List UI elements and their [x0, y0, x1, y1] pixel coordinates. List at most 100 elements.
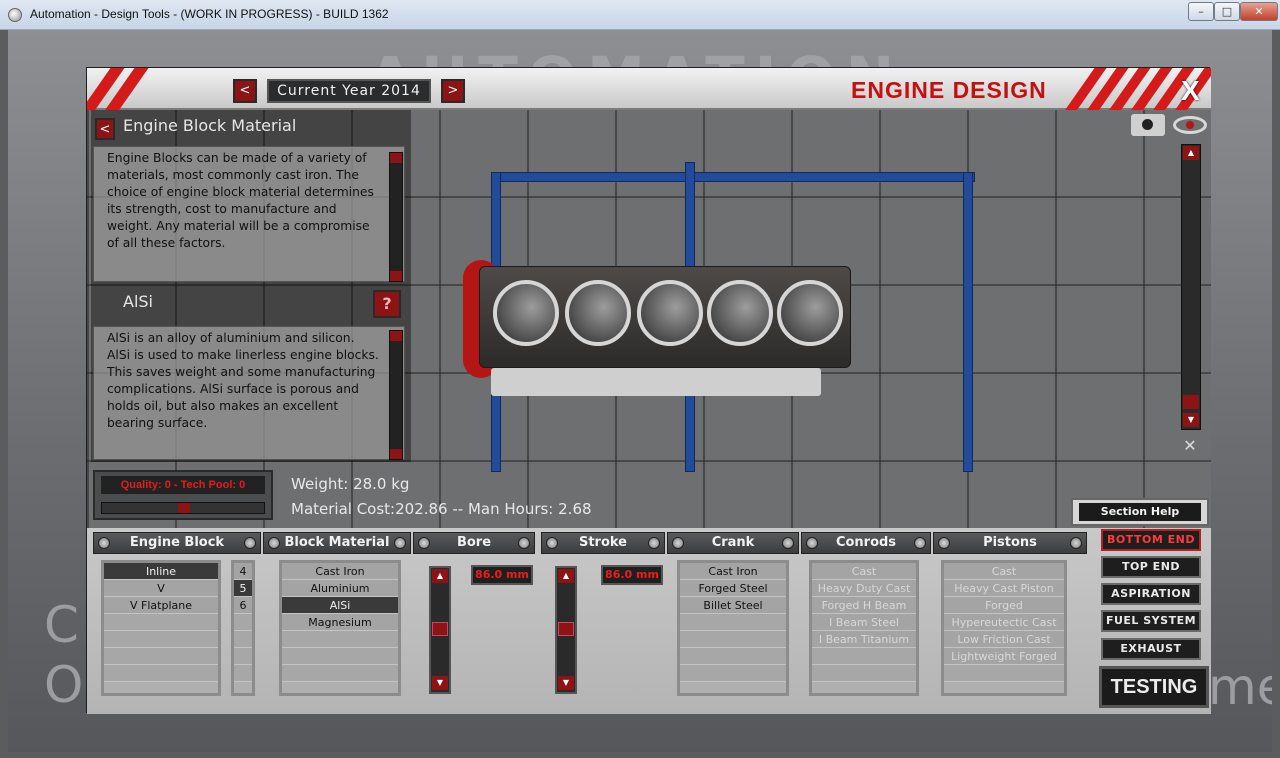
list-item[interactable]: Aluminium	[282, 580, 398, 597]
quality-panel: Quality: 0 - Tech Pool: 0	[93, 470, 273, 520]
stroke-slider[interactable]: ▲ ▼	[555, 566, 577, 694]
stroke-slider-knob[interactable]	[558, 622, 574, 636]
list-item[interactable]: Lightweight Forged	[944, 648, 1064, 665]
crank-list: Cast Iron Forged Steel Billet Steel	[677, 560, 789, 696]
list-item	[680, 648, 786, 665]
block-description: Engine Blocks can be made of a variety o…	[107, 151, 374, 250]
list-item[interactable]: Cast Iron	[282, 563, 398, 580]
chevron-up-icon[interactable]: ▲	[558, 569, 574, 583]
crank-header: Crank	[667, 532, 799, 554]
camera-icon[interactable]	[1131, 114, 1165, 136]
chevron-up-icon[interactable]: ▲	[432, 569, 448, 583]
list-item[interactable]: I Beam Steel	[812, 614, 916, 631]
bolt-icon	[806, 537, 818, 549]
year-next-button[interactable]: >	[441, 79, 465, 103]
window-close-button[interactable]: ✕	[1240, 2, 1278, 21]
maximize-button[interactable]: □	[1214, 2, 1240, 21]
cylinder-bore	[565, 280, 631, 346]
nav-aspiration-button[interactable]: ASPIRATION	[1101, 583, 1201, 605]
bolt-icon	[914, 537, 926, 549]
list-item[interactable]: Heavy Cast Piston	[944, 580, 1064, 597]
bolt-icon	[98, 537, 110, 549]
list-item[interactable]: Cast	[812, 563, 916, 580]
chevron-up-icon[interactable]: ▲	[1183, 146, 1199, 160]
list-item[interactable]: I Beam Titanium	[812, 631, 916, 648]
list-item[interactable]: Low Friction Cast	[944, 631, 1064, 648]
list-item[interactable]: Magnesium	[282, 614, 398, 631]
chevron-up-icon[interactable]	[390, 331, 402, 341]
nav-top-end-button[interactable]: TOP END	[1101, 556, 1201, 578]
bore-slider[interactable]: ▲ ▼	[429, 566, 451, 694]
quality-slider-knob[interactable]	[178, 503, 190, 513]
list-item[interactable]: Hypereutectic Cast	[944, 614, 1064, 631]
list-item[interactable]: 4	[234, 563, 252, 580]
background-text-left: C O	[44, 596, 84, 714]
zoom-scroll-thumb[interactable]	[1183, 395, 1199, 409]
engine-design-dialog: < Current Year 2014 > ENGINE DESIGN X ▲ …	[86, 67, 1211, 714]
list-item[interactable]: Forged	[944, 597, 1064, 614]
bolt-icon	[1070, 537, 1082, 549]
material-description: AlSi is an alloy of aluminium and silico…	[107, 331, 379, 430]
chevron-up-icon[interactable]	[390, 153, 402, 163]
list-item[interactable]: Heavy Duty Cast	[812, 580, 916, 597]
nav-testing-button[interactable]: TESTING	[1099, 666, 1209, 708]
nav-fuel-system-button[interactable]: FUEL SYSTEM	[1101, 610, 1201, 632]
header-stripes-left	[87, 68, 177, 110]
cylinder-bore	[493, 280, 559, 346]
list-item[interactable]: V	[104, 580, 218, 597]
list-item[interactable]: 5	[234, 580, 252, 597]
eye-icon[interactable]	[1173, 116, 1207, 134]
bolt-icon	[518, 537, 530, 549]
pistons-header: Pistons	[933, 532, 1087, 554]
list-item	[812, 648, 916, 665]
list-item[interactable]: V Flatplane	[104, 597, 218, 614]
zoom-scrollbar[interactable]: ▲ ▼	[1181, 144, 1201, 430]
chevron-down-icon[interactable]: ▼	[1183, 413, 1199, 427]
list-item[interactable]: AlSi	[282, 597, 398, 614]
list-item	[234, 648, 252, 665]
info-back-button[interactable]: <	[95, 118, 115, 140]
bolt-icon	[672, 537, 684, 549]
dialog-close-button[interactable]: X	[1181, 75, 1200, 107]
list-item[interactable]: Cast Iron	[680, 563, 786, 580]
window-title: Automation - Design Tools - (WORK IN PRO…	[30, 7, 389, 21]
block-material-list: Cast Iron Aluminium AlSi Magnesium	[279, 560, 401, 696]
list-item	[104, 665, 218, 682]
list-item[interactable]: Inline	[104, 563, 218, 580]
chevron-down-icon[interactable]	[390, 271, 402, 281]
material-scrollbar[interactable]	[389, 330, 403, 460]
list-item[interactable]: 6	[234, 597, 252, 614]
minimize-button[interactable]: –	[1188, 2, 1214, 21]
list-item	[234, 614, 252, 631]
selected-material-title: AlSi	[123, 292, 153, 311]
list-item	[104, 631, 218, 648]
list-item	[680, 631, 786, 648]
chevron-down-icon[interactable]: ▼	[432, 676, 448, 690]
list-item	[282, 665, 398, 682]
year-prev-button[interactable]: <	[233, 79, 257, 103]
material-help-button[interactable]: ?	[373, 290, 401, 318]
quality-label: Quality: 0 - Tech Pool: 0	[101, 476, 265, 494]
rotate-view-icon[interactable]: ✕	[1177, 436, 1203, 456]
bore-slider-knob[interactable]	[432, 622, 448, 636]
cylinder-bore	[707, 280, 773, 346]
list-item[interactable]: Forged Steel	[680, 580, 786, 597]
section-help-button[interactable]: Section Help	[1071, 498, 1209, 526]
list-item[interactable]: Forged H Beam	[812, 597, 916, 614]
nav-exhaust-button[interactable]: EXHAUST	[1101, 638, 1201, 660]
quality-slider[interactable]	[101, 502, 265, 514]
stroke-header: Stroke	[541, 532, 665, 554]
list-item	[680, 665, 786, 682]
list-item[interactable]: Billet Steel	[680, 597, 786, 614]
window-titlebar: Automation - Design Tools - (WORK IN PRO…	[0, 0, 1280, 30]
weight-stat: Weight: 28.0 kg	[291, 475, 410, 493]
chevron-down-icon[interactable]	[390, 449, 402, 459]
bolt-icon	[244, 537, 256, 549]
dialog-header: < Current Year 2014 > ENGINE DESIGN X	[87, 68, 1211, 110]
list-item[interactable]: Cast	[944, 563, 1064, 580]
chevron-down-icon[interactable]: ▼	[558, 676, 574, 690]
nav-bottom-end-button[interactable]: BOTTOM END	[1101, 529, 1201, 551]
list-item	[944, 665, 1064, 682]
description-scrollbar[interactable]	[389, 152, 403, 282]
engine-block-list: Inline V V Flatplane	[101, 560, 221, 696]
